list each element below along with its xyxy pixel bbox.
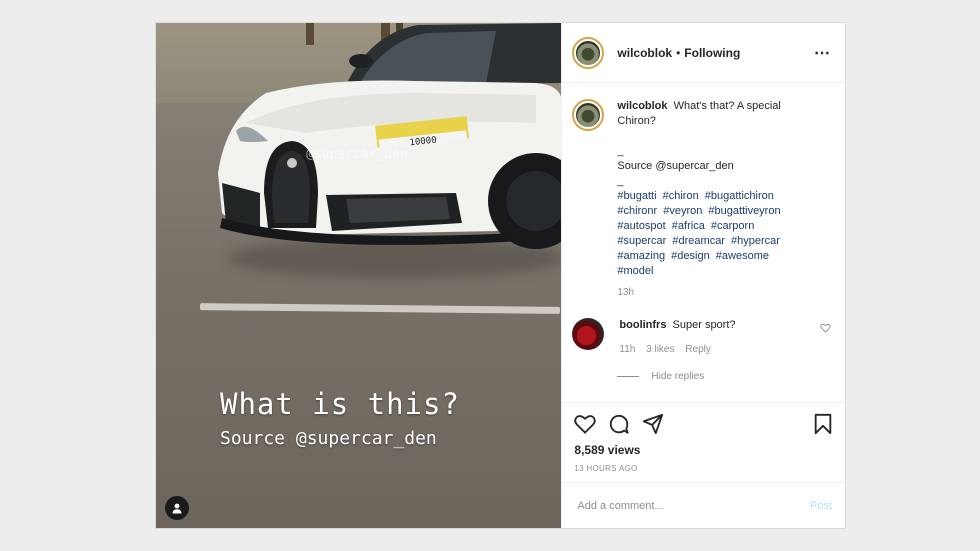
user-tag-button[interactable]: [165, 496, 189, 520]
hashtag-link[interactable]: #dreamcar: [672, 235, 725, 247]
hashtag-link[interactable]: #veyron: [663, 205, 702, 217]
comment-item: boolinfrs Super sport? 11h 3 likes Reply: [572, 318, 831, 357]
media-watermark: @supercar_den: [306, 147, 408, 162]
post-media[interactable]: 10000 @supercar_den What is this? Source…: [156, 23, 562, 528]
media-overlay-source: Source @supercar_den: [220, 428, 437, 449]
post-header: wilcoblok • Following ⋯: [562, 23, 845, 83]
more-options-icon[interactable]: ⋯: [814, 43, 831, 63]
hashtag-link[interactable]: #supercar: [617, 235, 666, 247]
view-count[interactable]: 8,589 views: [574, 443, 833, 457]
comment-body: boolinfrs Super sport? 11h 3 likes Reply: [619, 318, 820, 357]
commenter-avatar[interactable]: [572, 318, 605, 350]
caption: wilcoblok What's that? A special Chiron?…: [572, 99, 831, 300]
action-icons: [574, 411, 833, 437]
caption-timestamp[interactable]: 13h: [617, 285, 802, 300]
comment-timestamp[interactable]: 11h: [619, 344, 635, 355]
media-overlay-title: What is this?: [220, 387, 460, 421]
hashtag-link[interactable]: #bugattichiron: [705, 190, 774, 202]
comment-meta: 11h 3 likes Reply: [619, 342, 820, 357]
hide-replies-toggle[interactable]: Hide replies: [617, 371, 831, 382]
caption-source: Source @supercar_den: [617, 160, 734, 172]
caption-body: wilcoblok What's that? A special Chiron?…: [617, 99, 802, 300]
hashtag-link[interactable]: #carporn: [711, 220, 754, 232]
comment-text: Super sport?: [672, 319, 736, 331]
hashtag-link[interactable]: #model: [617, 265, 653, 277]
comment-like-heart-icon[interactable]: [820, 320, 831, 338]
commenter-username[interactable]: boolinfrs: [619, 319, 666, 331]
follow-status[interactable]: Following: [684, 46, 740, 60]
like-heart-icon[interactable]: [574, 414, 597, 434]
hashtag-link[interactable]: #chiron: [663, 190, 699, 202]
hide-replies-label: Hide replies: [651, 371, 705, 382]
post-side-panel: wilcoblok • Following ⋯ wilcoblok What's…: [561, 23, 845, 528]
hashtag-link[interactable]: #hypercar: [731, 235, 780, 247]
author-username[interactable]: wilcoblok: [617, 46, 672, 60]
hashtag-link[interactable]: #bugatti: [617, 190, 656, 202]
comment-input[interactable]: [575, 498, 810, 513]
caption-username[interactable]: wilcoblok: [617, 100, 667, 112]
hide-replies-line: [617, 376, 640, 377]
hashtag-link[interactable]: #chironr: [617, 205, 657, 217]
post-actions: 8,589 views 13 HOURS AGO: [562, 402, 845, 482]
hashtag-list: #bugatti #chiron #bugattichiron #chironr…: [617, 189, 802, 279]
hashtag-link[interactable]: #africa: [672, 220, 705, 232]
hashtag-link[interactable]: #bugattiveyron: [708, 205, 780, 217]
share-paper-plane-icon[interactable]: [642, 413, 664, 435]
comment-likes[interactable]: 3 likes: [646, 344, 674, 355]
save-bookmark-icon[interactable]: [813, 413, 833, 435]
caption-avatar[interactable]: [572, 99, 605, 131]
comment-bubble-icon[interactable]: [608, 413, 630, 435]
hashtag-link[interactable]: #awesome: [716, 250, 769, 262]
post-timestamp[interactable]: 13 HOURS AGO: [574, 464, 833, 473]
author-avatar[interactable]: [572, 36, 605, 69]
hashtag-link[interactable]: #autospot: [617, 220, 665, 232]
caption-divider-2: _: [617, 175, 624, 187]
comments-section: wilcoblok What's that? A special Chiron?…: [562, 83, 845, 402]
road-lane-marking: [199, 303, 561, 314]
header-separator: •: [676, 45, 681, 60]
user-icon: [172, 503, 182, 514]
add-comment-bar: Post: [562, 482, 845, 528]
hashtag-link[interactable]: #design: [671, 250, 710, 262]
reply-button[interactable]: Reply: [685, 344, 711, 355]
instagram-post: 10000 @supercar_den What is this? Source…: [155, 22, 846, 529]
post-comment-button[interactable]: Post: [810, 500, 832, 512]
hashtag-link[interactable]: #amazing: [617, 250, 665, 262]
caption-divider: _: [617, 145, 624, 157]
